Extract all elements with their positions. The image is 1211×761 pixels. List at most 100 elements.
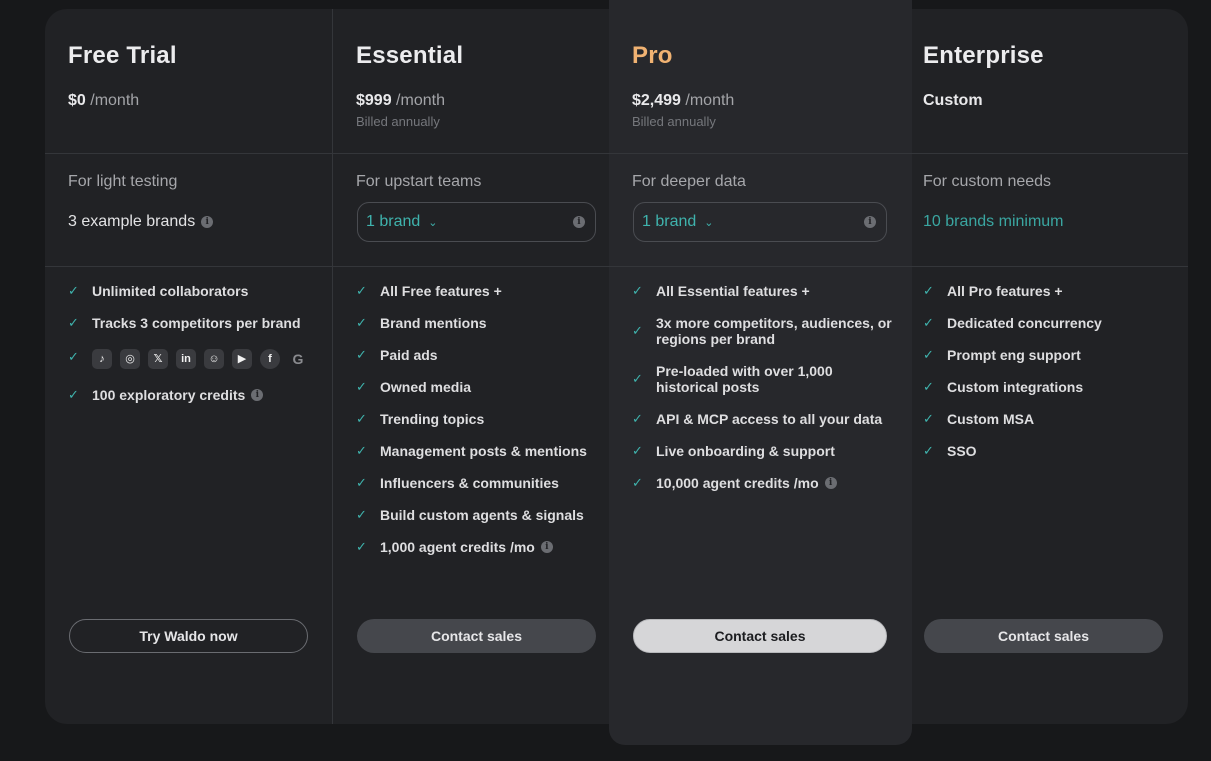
price-period: /month [685,92,735,109]
feature-item: ✓ Dedicated concurrency [923,315,1102,331]
check-icon: ✓ [356,539,367,554]
info-icon[interactable]: i [251,389,264,401]
feature-item-social-platforms: ✓ ♪ ◎ 𝕏 in ☺ ▶ f G [68,349,308,369]
feature-item: ✓ All Essential features + [632,283,810,299]
feature-item: ✓ Tracks 3 competitors per brand [68,315,301,331]
plan-price: $2,499 /month [632,92,734,110]
contact-sales-button[interactable]: Contact sales [633,619,887,653]
brand-count-select[interactable]: 1 brand ⌄ i [357,202,596,242]
plan-name: Enterprise [923,42,1044,69]
billing-note: Billed annually [632,114,716,129]
check-icon: ✓ [356,475,367,490]
feature-item: ✓ Unlimited collaborators [68,283,249,299]
select-value: 1 brand [642,213,697,230]
feature-item: ✓ API & MCP access to all your data [632,411,883,427]
plan-tagline: For upstart teams [356,173,482,190]
check-icon: ✓ [356,507,367,522]
select-value: 1 brand [366,213,421,230]
info-icon[interactable]: i [573,216,585,228]
google-icon: G [292,351,304,367]
x-icon: 𝕏 [148,349,168,369]
plan-price: $999 /month [356,92,445,110]
chevron-down-icon: ⌄ [704,216,714,229]
check-icon: ✓ [356,283,367,298]
check-icon: ✓ [356,379,367,394]
brands-minimum: 10 brands minimum [923,213,1064,230]
plan-price: $0 /month [68,92,139,110]
feature-item: ✓ Prompt eng support [923,347,1081,363]
price-period: /month [396,92,445,109]
features-divider [45,266,1188,267]
info-icon[interactable]: i [540,541,553,553]
chevron-down-icon: ⌄ [428,216,438,229]
info-icon[interactable]: i [824,477,837,489]
feature-item: ✓ Live onboarding & support [632,443,835,459]
check-icon: ✓ [632,475,643,490]
brands-label: 3 example brands [68,213,196,230]
plan-name: Pro [632,42,673,69]
check-icon: ✓ [632,443,643,458]
try-waldo-button[interactable]: Try Waldo now [69,619,308,653]
brand-count-select[interactable]: 1 brand ⌄ i [633,202,887,242]
youtube-icon: ▶ [232,349,252,369]
plan-tagline: For light testing [68,173,178,190]
feature-item: ✓ Management posts & mentions [356,443,587,459]
linkedin-icon: in [176,349,196,369]
feature-item: ✓ 100 exploratory credits i [68,387,264,403]
price-amount: $999 [356,92,392,109]
check-icon: ✓ [356,315,367,330]
check-icon: ✓ [68,349,79,364]
social-platform-icons: ♪ ◎ 𝕏 in ☺ ▶ f G [92,349,308,369]
feature-item: ✓ Influencers & communities [356,475,559,491]
check-icon: ✓ [356,443,367,458]
feature-item: ✓ Owned media [356,379,472,395]
check-icon: ✓ [923,347,934,362]
feature-item: ✓ Trending topics [356,411,485,427]
feature-item: ✓ Custom integrations [923,379,1084,395]
check-icon: ✓ [632,371,643,386]
check-icon: ✓ [68,387,79,402]
feature-item: ✓ 3x more competitors, audiences, or regi… [632,315,892,347]
feature-item: ✓ Custom MSA [923,411,1035,427]
facebook-icon: f [260,349,280,369]
info-icon[interactable]: i [864,216,876,228]
instagram-icon: ◎ [120,349,140,369]
price-amount: $2,499 [632,92,681,109]
reddit-icon: ☺ [204,349,224,369]
plan-tagline: For deeper data [632,173,746,190]
feature-item: ✓ Build custom agents & signals [356,507,584,523]
check-icon: ✓ [923,315,934,330]
contact-sales-button[interactable]: Contact sales [357,619,596,653]
check-icon: ✓ [923,443,934,458]
feature-item: ✓ Brand mentions [356,315,487,331]
feature-item: ✓ 10,000 agent credits /mo i [632,475,837,491]
plan-name: Free Trial [68,42,177,69]
column-divider [332,9,333,724]
price-amount: Custom [923,92,983,109]
tiktok-icon: ♪ [92,349,112,369]
brands-count: 3 example brands i [68,213,214,231]
header-divider [45,153,1188,154]
feature-item: ✓ Pre-loaded with over 1,000 historical p… [632,363,833,395]
check-icon: ✓ [632,283,643,298]
feature-item: ✓ SSO [923,443,977,459]
billing-note: Billed annually [356,114,440,129]
check-icon: ✓ [923,379,934,394]
check-icon: ✓ [356,411,367,426]
check-icon: ✓ [68,283,79,298]
check-icon: ✓ [923,411,934,426]
feature-item: ✓ Paid ads [356,347,438,363]
price-period: /month [90,92,140,109]
plan-tagline: For custom needs [923,173,1052,190]
feature-item: ✓ 1,000 agent credits /mo i [356,539,553,555]
check-icon: ✓ [632,323,643,338]
check-icon: ✓ [68,315,79,330]
feature-item: ✓ All Pro features + [923,283,1063,299]
price-amount: $0 [68,92,86,109]
feature-item: ✓ All Free features + [356,283,502,299]
info-icon[interactable]: i [201,216,214,228]
plan-name: Essential [356,42,464,69]
check-icon: ✓ [923,283,934,298]
contact-sales-button[interactable]: Contact sales [924,619,1163,653]
plan-price: Custom [923,92,983,110]
